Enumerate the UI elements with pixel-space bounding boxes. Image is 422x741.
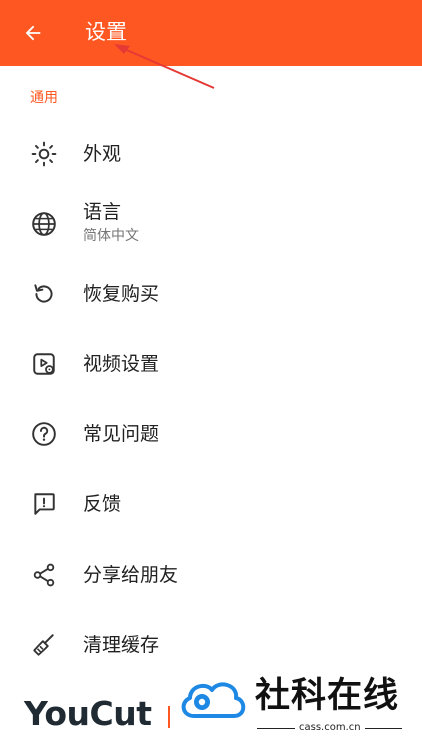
settings-item-appearance[interactable]: 外观 — [0, 122, 422, 186]
globe-icon — [32, 212, 56, 236]
settings-item-label: 常见问题 — [83, 423, 160, 445]
cloud-logo-icon — [181, 682, 246, 718]
page-title: 设置 — [85, 20, 127, 44]
settings-item-label: 分享给朋友 — [83, 564, 179, 586]
settings-item-label: 反馈 — [83, 493, 122, 515]
logo-divider — [168, 706, 170, 728]
settings-item-label: 外观 — [83, 143, 122, 165]
sun-icon — [31, 141, 57, 167]
settings-item-label: 语言 — [83, 201, 122, 223]
broom-icon — [33, 634, 54, 656]
settings-item-language[interactable]: 语言 简体中文 — [0, 192, 422, 256]
app-bar: 设置 — [0, 0, 422, 66]
settings-item-faq[interactable]: 常见问题 — [0, 402, 422, 466]
site-name-logo: 社科在线 — [255, 676, 400, 716]
settings-item-label: 恢复购买 — [83, 283, 160, 305]
settings-item-video-settings[interactable]: 视频设置 — [0, 332, 422, 396]
feedback-icon — [34, 493, 55, 515]
settings-item-feedback[interactable]: 反馈 — [0, 472, 422, 536]
settings-item-label: 清理缓存 — [83, 634, 160, 656]
site-url: cass.com.cn — [295, 721, 365, 735]
settings-item-clear-cache[interactable]: 清理缓存 — [0, 613, 422, 677]
settings-item-share[interactable]: 分享给朋友 — [0, 543, 422, 607]
section-header-general: 通用 — [30, 90, 58, 106]
settings-screen: 设置 通用 外观 语言 简体中文 恢复购买 视频设置 常见问题 反馈 分享给朋友… — [0, 0, 422, 741]
help-circle-icon — [32, 422, 56, 446]
settings-item-restore-purchase[interactable]: 恢复购买 — [0, 262, 422, 326]
video-settings-icon — [33, 353, 55, 375]
settings-item-subtitle: 简体中文 — [83, 228, 139, 244]
youcut-logo: YouCut — [24, 694, 152, 733]
settings-item-label: 视频设置 — [83, 353, 160, 375]
share-icon — [33, 563, 55, 587]
arrow-left-icon — [25, 25, 41, 41]
back-button[interactable] — [14, 15, 52, 51]
restore-icon — [34, 284, 53, 303]
